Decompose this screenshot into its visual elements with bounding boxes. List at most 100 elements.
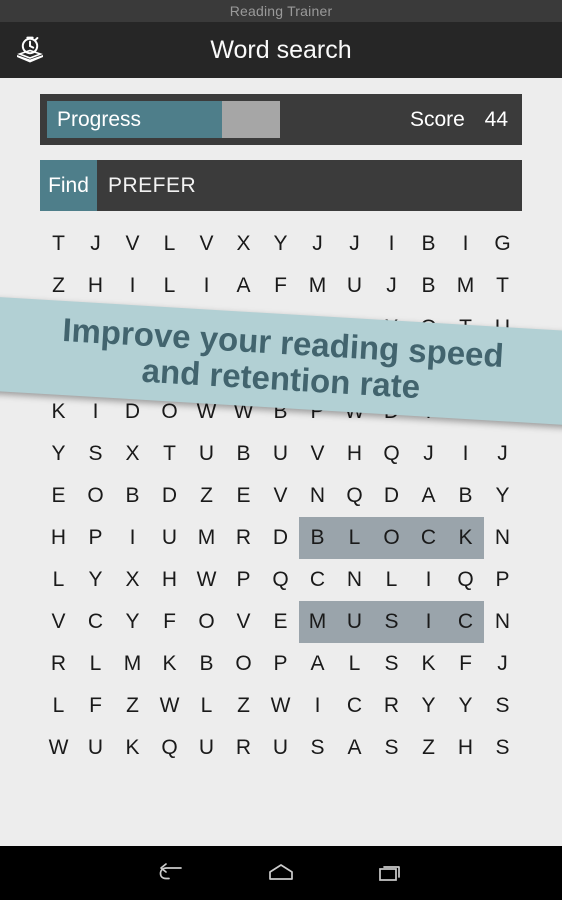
grid-cell[interactable]: C [410,517,447,559]
grid-cell[interactable]: D [373,475,410,517]
grid-cell[interactable]: M [188,517,225,559]
grid-cell[interactable]: J [410,433,447,475]
grid-cell[interactable]: R [225,727,262,769]
grid-cell[interactable]: M [114,643,151,685]
grid-cell[interactable]: J [299,223,336,265]
grid-cell[interactable]: L [373,559,410,601]
grid-cell[interactable]: S [373,601,410,643]
stopwatch-book-icon[interactable] [8,28,52,72]
grid-cell[interactable]: I [410,559,447,601]
grid-cell[interactable]: K [410,643,447,685]
grid-cell[interactable]: Q [373,433,410,475]
grid-cell[interactable]: F [262,265,299,307]
grid-cell[interactable]: R [225,517,262,559]
grid-cell[interactable]: I [410,601,447,643]
grid-cell[interactable]: R [40,643,77,685]
grid-cell[interactable]: G [484,223,521,265]
grid-cell[interactable]: L [40,685,77,727]
grid-cell[interactable]: P [262,643,299,685]
grid-cell[interactable]: J [373,265,410,307]
grid-cell[interactable]: T [40,223,77,265]
grid-cell[interactable]: U [262,433,299,475]
grid-cell[interactable]: Z [225,685,262,727]
grid-cell[interactable]: Y [410,685,447,727]
back-icon[interactable] [116,846,226,900]
grid-cell[interactable]: X [114,559,151,601]
grid-cell[interactable]: S [299,727,336,769]
grid-cell[interactable]: O [373,517,410,559]
grid-cell[interactable]: N [484,517,521,559]
grid-cell[interactable]: F [151,601,188,643]
recents-icon[interactable] [336,846,446,900]
grid-cell[interactable]: B [410,223,447,265]
grid-cell[interactable]: V [299,433,336,475]
grid-cell[interactable]: L [40,559,77,601]
grid-cell[interactable]: J [77,223,114,265]
grid-cell[interactable]: C [299,559,336,601]
grid-cell[interactable]: U [336,601,373,643]
grid-cell[interactable]: N [336,559,373,601]
grid-cell[interactable]: B [114,475,151,517]
grid-cell[interactable]: J [484,433,521,475]
grid-cell[interactable]: Y [447,685,484,727]
grid-cell[interactable]: O [77,475,114,517]
grid-cell[interactable]: P [225,559,262,601]
grid-cell[interactable]: U [262,727,299,769]
grid-cell[interactable]: U [77,727,114,769]
grid-cell[interactable]: Q [447,559,484,601]
grid-cell[interactable]: Z [410,727,447,769]
grid-cell[interactable]: O [225,643,262,685]
grid-cell[interactable]: I [114,265,151,307]
grid-cell[interactable]: M [299,265,336,307]
grid-cell[interactable]: H [447,727,484,769]
grid-cell[interactable]: W [262,685,299,727]
grid-cell[interactable]: F [77,685,114,727]
grid-cell[interactable]: I [114,517,151,559]
grid-cell[interactable]: K [447,517,484,559]
grid-cell[interactable]: D [262,517,299,559]
grid-cell[interactable]: B [447,475,484,517]
grid-cell[interactable]: L [336,517,373,559]
grid-cell[interactable]: B [299,517,336,559]
grid-cell[interactable]: S [484,727,521,769]
grid-cell[interactable]: U [188,727,225,769]
grid-cell[interactable]: A [336,727,373,769]
grid-cell[interactable]: X [225,223,262,265]
grid-cell[interactable]: J [484,643,521,685]
grid-cell[interactable]: H [77,265,114,307]
grid-cell[interactable]: S [77,433,114,475]
grid-cell[interactable]: S [373,643,410,685]
grid-cell[interactable]: C [77,601,114,643]
grid-cell[interactable]: I [373,223,410,265]
home-icon[interactable] [226,846,336,900]
grid-cell[interactable]: Z [188,475,225,517]
grid-cell[interactable]: Y [262,223,299,265]
grid-cell[interactable]: Q [336,475,373,517]
grid-cell[interactable]: L [77,643,114,685]
grid-cell[interactable]: A [225,265,262,307]
grid-cell[interactable]: U [188,433,225,475]
grid-cell[interactable]: M [299,601,336,643]
grid-cell[interactable]: S [373,727,410,769]
grid-cell[interactable]: H [151,559,188,601]
grid-cell[interactable]: L [336,643,373,685]
grid-cell[interactable]: W [40,727,77,769]
grid-cell[interactable]: P [484,559,521,601]
grid-cell[interactable]: N [484,601,521,643]
grid-cell[interactable]: A [299,643,336,685]
grid-cell[interactable]: J [336,223,373,265]
grid-cell[interactable]: T [151,433,188,475]
grid-cell[interactable]: H [336,433,373,475]
grid-cell[interactable]: E [225,475,262,517]
grid-cell[interactable]: Q [151,727,188,769]
grid-cell[interactable]: D [151,475,188,517]
grid-cell[interactable]: V [188,223,225,265]
grid-cell[interactable]: A [410,475,447,517]
grid-cell[interactable]: N [299,475,336,517]
grid-cell[interactable]: E [262,601,299,643]
grid-cell[interactable]: T [484,265,521,307]
grid-cell[interactable]: I [447,433,484,475]
grid-cell[interactable]: S [484,685,521,727]
grid-cell[interactable]: V [114,223,151,265]
grid-cell[interactable]: Y [77,559,114,601]
